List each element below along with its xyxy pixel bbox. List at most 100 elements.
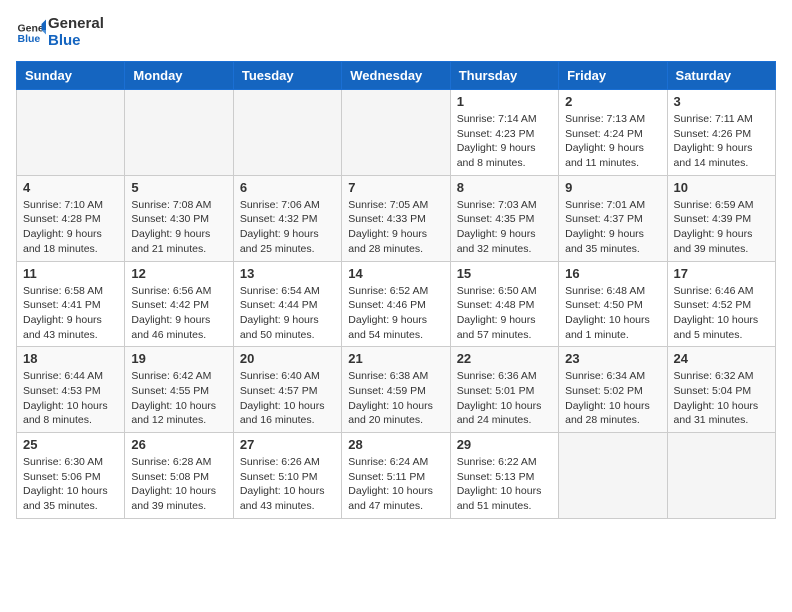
day-number: 18: [23, 351, 118, 366]
day-info: Sunrise: 6:34 AM Sunset: 5:02 PM Dayligh…: [565, 369, 660, 428]
day-of-week-header: Thursday: [450, 62, 558, 90]
day-info: Sunrise: 6:52 AM Sunset: 4:46 PM Dayligh…: [348, 284, 443, 343]
day-info: Sunrise: 6:36 AM Sunset: 5:01 PM Dayligh…: [457, 369, 552, 428]
day-info: Sunrise: 6:28 AM Sunset: 5:08 PM Dayligh…: [131, 455, 226, 514]
calendar-cell: 11 Sunrise: 6:58 AM Sunset: 4:41 PM Dayli…: [17, 261, 125, 347]
calendar-cell: [233, 90, 341, 176]
calendar-cell: 24 Sunrise: 6:32 AM Sunset: 5:04 PM Dayli…: [667, 347, 775, 433]
day-number: 2: [565, 94, 660, 109]
day-info: Sunrise: 7:11 AM Sunset: 4:26 PM Dayligh…: [674, 112, 769, 171]
day-info: Sunrise: 6:56 AM Sunset: 4:42 PM Dayligh…: [131, 284, 226, 343]
calendar-cell: 4 Sunrise: 7:10 AM Sunset: 4:28 PM Daylig…: [17, 175, 125, 261]
day-number: 25: [23, 437, 118, 452]
calendar-cell: 6 Sunrise: 7:06 AM Sunset: 4:32 PM Daylig…: [233, 175, 341, 261]
calendar-cell: [17, 90, 125, 176]
day-of-week-header: Monday: [125, 62, 233, 90]
calendar-cell: 23Sunrise: 6:34 AM Sunset: 5:02 PM Dayli…: [559, 347, 667, 433]
day-info: Sunrise: 6:46 AM Sunset: 4:52 PM Dayligh…: [674, 284, 769, 343]
day-info: Sunrise: 7:05 AM Sunset: 4:33 PM Dayligh…: [348, 198, 443, 257]
day-info: Sunrise: 6:30 AM Sunset: 5:06 PM Dayligh…: [23, 455, 118, 514]
calendar-cell: [342, 90, 450, 176]
day-info: Sunrise: 6:50 AM Sunset: 4:48 PM Dayligh…: [457, 284, 552, 343]
day-info: Sunrise: 7:03 AM Sunset: 4:35 PM Dayligh…: [457, 198, 552, 257]
day-number: 7: [348, 180, 443, 195]
calendar-cell: 12Sunrise: 6:56 AM Sunset: 4:42 PM Dayli…: [125, 261, 233, 347]
calendar-week-row: 4 Sunrise: 7:10 AM Sunset: 4:28 PM Daylig…: [17, 175, 776, 261]
calendar-cell: 1Sunrise: 7:14 AM Sunset: 4:23 PM Daylig…: [450, 90, 558, 176]
calendar-cell: 27 Sunrise: 6:26 AM Sunset: 5:10 PM Dayli…: [233, 433, 341, 519]
day-number: 1: [457, 94, 552, 109]
day-info: Sunrise: 7:01 AM Sunset: 4:37 PM Dayligh…: [565, 198, 660, 257]
calendar-cell: 19 Sunrise: 6:42 AM Sunset: 4:55 PM Dayli…: [125, 347, 233, 433]
svg-text:Blue: Blue: [18, 33, 41, 45]
calendar-cell: 10 Sunrise: 6:59 AM Sunset: 4:39 PM Dayli…: [667, 175, 775, 261]
calendar-table: SundayMondayTuesdayWednesdayThursdayFrid…: [16, 61, 776, 519]
day-info: Sunrise: 6:44 AM Sunset: 4:53 PM Dayligh…: [23, 369, 118, 428]
day-info: Sunrise: 6:22 AM Sunset: 5:13 PM Dayligh…: [457, 455, 552, 514]
day-number: 19: [131, 351, 226, 366]
day-info: Sunrise: 6:58 AM Sunset: 4:41 PM Dayligh…: [23, 284, 118, 343]
day-info: Sunrise: 6:24 AM Sunset: 5:11 PM Dayligh…: [348, 455, 443, 514]
day-number: 27: [240, 437, 335, 452]
day-info: Sunrise: 6:48 AM Sunset: 4:50 PM Dayligh…: [565, 284, 660, 343]
day-number: 3: [674, 94, 769, 109]
calendar-cell: 5 Sunrise: 7:08 AM Sunset: 4:30 PM Daylig…: [125, 175, 233, 261]
calendar-cell: 7 Sunrise: 7:05 AM Sunset: 4:33 PM Daylig…: [342, 175, 450, 261]
day-of-week-header: Saturday: [667, 62, 775, 90]
day-number: 29: [457, 437, 552, 452]
day-info: Sunrise: 6:32 AM Sunset: 5:04 PM Dayligh…: [674, 369, 769, 428]
day-info: Sunrise: 7:06 AM Sunset: 4:32 PM Dayligh…: [240, 198, 335, 257]
day-number: 26: [131, 437, 226, 452]
day-info: Sunrise: 6:40 AM Sunset: 4:57 PM Dayligh…: [240, 369, 335, 428]
day-number: 4: [23, 180, 118, 195]
calendar-cell: 13 Sunrise: 6:54 AM Sunset: 4:44 PM Dayli…: [233, 261, 341, 347]
day-of-week-header: Wednesday: [342, 62, 450, 90]
calendar-week-row: 18 Sunrise: 6:44 AM Sunset: 4:53 PM Dayli…: [17, 347, 776, 433]
calendar-cell: [125, 90, 233, 176]
logo: General Blue General Blue: [16, 16, 104, 49]
day-number: 13: [240, 266, 335, 281]
day-number: 17: [674, 266, 769, 281]
logo-icon: General Blue: [16, 18, 46, 48]
calendar-cell: 28 Sunrise: 6:24 AM Sunset: 5:11 PM Dayli…: [342, 433, 450, 519]
day-info: Sunrise: 6:26 AM Sunset: 5:10 PM Dayligh…: [240, 455, 335, 514]
day-info: Sunrise: 7:13 AM Sunset: 4:24 PM Dayligh…: [565, 112, 660, 171]
calendar-header-row: SundayMondayTuesdayWednesdayThursdayFrid…: [17, 62, 776, 90]
calendar-cell: 25 Sunrise: 6:30 AM Sunset: 5:06 PM Dayli…: [17, 433, 125, 519]
calendar-cell: 15Sunrise: 6:50 AM Sunset: 4:48 PM Dayli…: [450, 261, 558, 347]
day-info: Sunrise: 6:59 AM Sunset: 4:39 PM Dayligh…: [674, 198, 769, 257]
day-info: Sunrise: 6:38 AM Sunset: 4:59 PM Dayligh…: [348, 369, 443, 428]
calendar-week-row: 11 Sunrise: 6:58 AM Sunset: 4:41 PM Dayli…: [17, 261, 776, 347]
day-number: 28: [348, 437, 443, 452]
calendar-week-row: 25 Sunrise: 6:30 AM Sunset: 5:06 PM Dayli…: [17, 433, 776, 519]
day-number: 9: [565, 180, 660, 195]
logo-text: General Blue: [48, 16, 104, 49]
day-of-week-header: Friday: [559, 62, 667, 90]
day-info: Sunrise: 7:08 AM Sunset: 4:30 PM Dayligh…: [131, 198, 226, 257]
day-number: 22: [457, 351, 552, 366]
day-number: 24: [674, 351, 769, 366]
calendar-cell: 26 Sunrise: 6:28 AM Sunset: 5:08 PM Dayli…: [125, 433, 233, 519]
day-info: Sunrise: 7:10 AM Sunset: 4:28 PM Dayligh…: [23, 198, 118, 257]
day-number: 6: [240, 180, 335, 195]
calendar-cell: 8 Sunrise: 7:03 AM Sunset: 4:35 PM Daylig…: [450, 175, 558, 261]
page-header: General Blue General Blue: [16, 16, 776, 49]
calendar-cell: 16Sunrise: 6:48 AM Sunset: 4:50 PM Dayli…: [559, 261, 667, 347]
calendar-cell: 22 Sunrise: 6:36 AM Sunset: 5:01 PM Dayli…: [450, 347, 558, 433]
day-number: 14: [348, 266, 443, 281]
calendar-cell: 29 Sunrise: 6:22 AM Sunset: 5:13 PM Dayli…: [450, 433, 558, 519]
day-number: 21: [348, 351, 443, 366]
calendar-cell: 20Sunrise: 6:40 AM Sunset: 4:57 PM Dayli…: [233, 347, 341, 433]
day-number: 8: [457, 180, 552, 195]
day-number: 10: [674, 180, 769, 195]
calendar-cell: 14 Sunrise: 6:52 AM Sunset: 4:46 PM Dayli…: [342, 261, 450, 347]
day-number: 5: [131, 180, 226, 195]
calendar-cell: 3 Sunrise: 7:11 AM Sunset: 4:26 PM Daylig…: [667, 90, 775, 176]
calendar-cell: 18 Sunrise: 6:44 AM Sunset: 4:53 PM Dayli…: [17, 347, 125, 433]
calendar-cell: 9 Sunrise: 7:01 AM Sunset: 4:37 PM Daylig…: [559, 175, 667, 261]
calendar-cell: [559, 433, 667, 519]
day-of-week-header: Sunday: [17, 62, 125, 90]
day-number: 11: [23, 266, 118, 281]
day-info: Sunrise: 6:42 AM Sunset: 4:55 PM Dayligh…: [131, 369, 226, 428]
day-info: Sunrise: 6:54 AM Sunset: 4:44 PM Dayligh…: [240, 284, 335, 343]
